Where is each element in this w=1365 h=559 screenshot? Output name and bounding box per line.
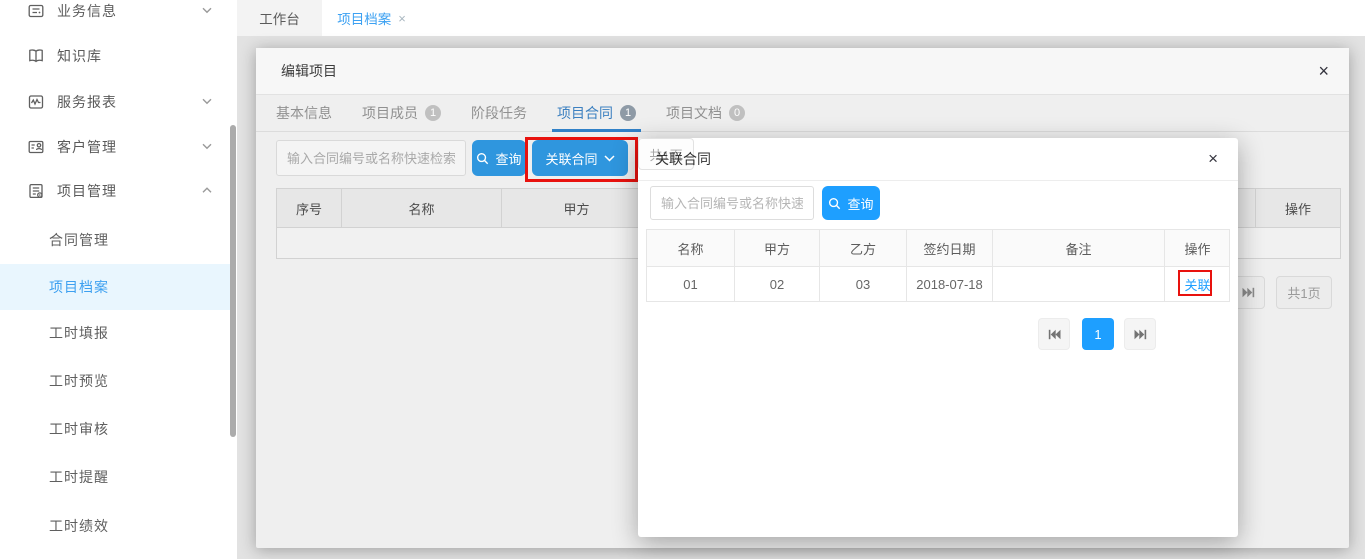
sidebar-item-timesheet-remind[interactable]: 工时提醒 (0, 454, 231, 500)
last-page-icon (1242, 287, 1255, 298)
chevron-down-icon (202, 7, 212, 14)
close-icon[interactable]: × (1208, 149, 1218, 169)
count-badge: 1 (425, 105, 441, 121)
sidebar-item-service-report[interactable]: 服务报表 (0, 79, 237, 125)
current-page-button[interactable]: 1 (1082, 318, 1114, 350)
top-tabbar: 工作台 项目档案 × (237, 0, 1365, 36)
tab-basic-info[interactable]: 基本信息 (276, 95, 332, 131)
sidebar-scrollbar-thumb[interactable] (230, 125, 236, 437)
query-button[interactable]: 查询 (472, 140, 526, 176)
sidebar-item-contract-mgmt[interactable]: 合同管理 (0, 217, 231, 263)
sidebar-item-customer-mgmt[interactable]: 客户管理 (0, 124, 237, 170)
chevron-down-icon (202, 143, 212, 150)
sidebar-item-timesheet-preview[interactable]: 工时预览 (0, 358, 231, 404)
form-icon (27, 2, 45, 20)
chevron-down-icon (202, 98, 212, 105)
sidebar-item-knowledge-base[interactable]: 知识库 (0, 33, 237, 79)
sidebar-item-timesheet-review[interactable]: 工时审核 (0, 406, 231, 452)
last-page-icon (1134, 329, 1147, 340)
chevron-down-icon (604, 155, 615, 162)
project-doc-icon (27, 182, 45, 200)
first-page-icon (1048, 329, 1061, 340)
table-header-row: 名称 甲方 乙方 签约日期 备注 操作 (647, 230, 1229, 266)
count-badge: 1 (620, 105, 636, 121)
tab-stage-tasks[interactable]: 阶段任务 (471, 95, 527, 131)
chevron-up-icon (202, 187, 212, 194)
sidebar-item-label: 知识库 (57, 46, 102, 66)
assoc-modal-title: 关联合同 (655, 138, 711, 181)
book-icon (27, 47, 45, 65)
table-row: 01 02 03 2018-07-18 关联 (647, 266, 1229, 301)
sidebar-item-label: 项目管理 (57, 181, 117, 201)
edit-modal-tabs: 基本信息 项目成员 1 阶段任务 项目合同 1 项目文档 0 (256, 95, 1349, 132)
sidebar-item-project-mgmt[interactable]: 项目管理 (0, 168, 237, 214)
sidebar-item-timesheet-fill[interactable]: 工时填报 (0, 310, 231, 356)
last-page-button[interactable] (1124, 318, 1156, 350)
sidebar-item-project-archive[interactable]: 项目档案 (0, 264, 231, 310)
search-icon (828, 197, 841, 210)
count-badge: 0 (729, 105, 745, 121)
assoc-query-button[interactable]: 查询 (822, 186, 880, 220)
edit-modal-header: 编辑项目 × (256, 48, 1349, 95)
tab-project-members[interactable]: 项目成员 1 (362, 95, 441, 131)
tab-close-icon[interactable]: × (398, 11, 406, 26)
associate-contract-button[interactable]: 关联合同 (532, 140, 628, 176)
associate-link[interactable]: 关联 (1184, 275, 1210, 294)
search-icon (476, 152, 489, 165)
assoc-modal-header: 关联合同 × (638, 138, 1238, 181)
sidebar: 业务信息 知识库 服务报表 客户管理 项目管理 合同管理 项目档案 工时填报 工… (0, 0, 237, 559)
contract-search-input[interactable] (276, 140, 466, 176)
sidebar-item-label: 服务报表 (57, 92, 117, 112)
associate-contract-modal: 关联合同 × 查询 名称 甲方 乙方 签约日期 备注 操作 01 02 03 2… (638, 138, 1238, 537)
tab-project-documents[interactable]: 项目文档 0 (666, 95, 745, 131)
sidebar-item-timesheet-performance[interactable]: 工时绩效 (0, 503, 231, 549)
sidebar-item-label: 业务信息 (57, 1, 117, 21)
chart-icon (27, 93, 45, 111)
tab-project-contracts[interactable]: 项目合同 1 (557, 95, 636, 131)
customer-card-icon (27, 138, 45, 156)
first-page-button[interactable] (1038, 318, 1070, 350)
assoc-contracts-table: 名称 甲方 乙方 签约日期 备注 操作 01 02 03 2018-07-18 … (646, 229, 1230, 302)
close-icon[interactable]: × (1318, 61, 1329, 81)
edit-modal-title: 编辑项目 (281, 48, 337, 95)
tab-project-archive[interactable]: 项目档案 × (322, 0, 421, 36)
page-total-label: 共1页 (1276, 276, 1332, 309)
tab-workbench[interactable]: 工作台 (237, 0, 322, 36)
sidebar-item-business-info[interactable]: 业务信息 (0, 0, 237, 34)
sidebar-item-label: 客户管理 (57, 137, 117, 157)
assoc-search-input[interactable] (650, 186, 814, 220)
